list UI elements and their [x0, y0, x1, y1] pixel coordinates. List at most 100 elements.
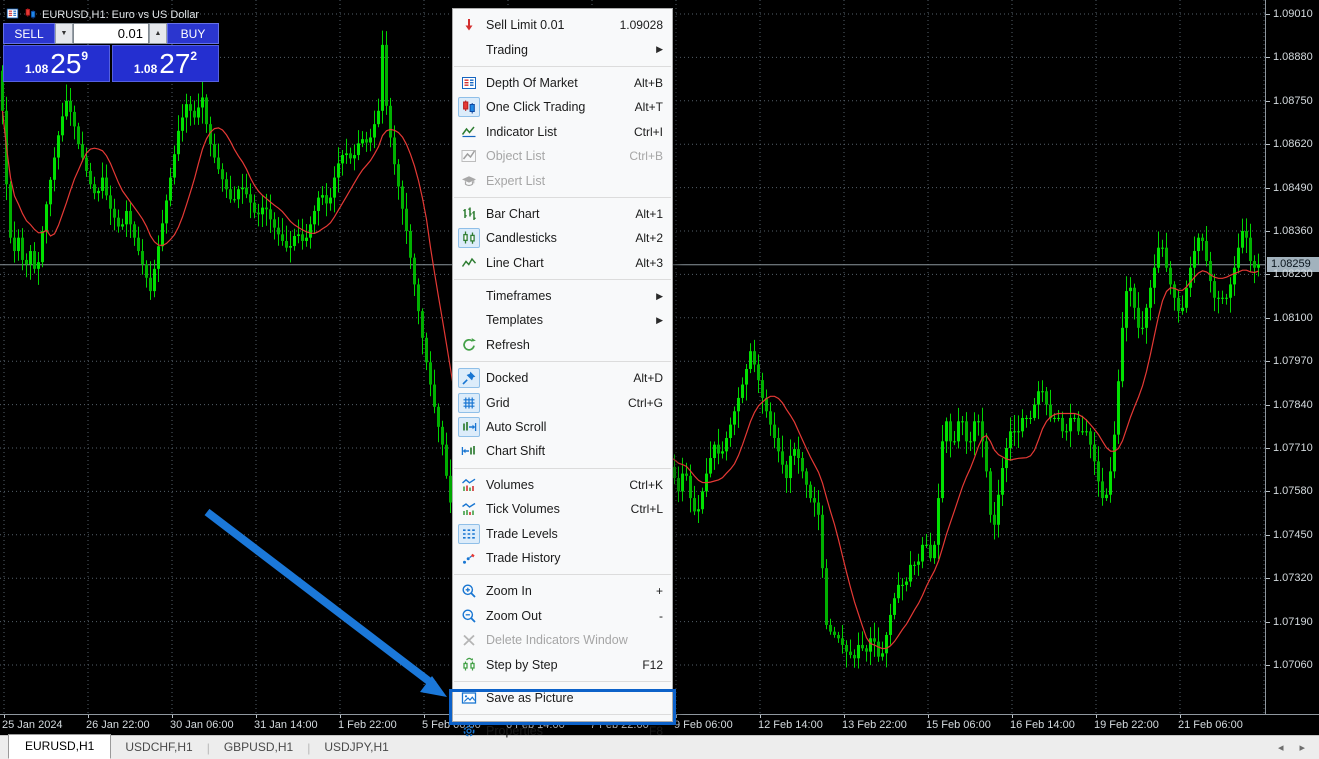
price-axis-label: 1.08230 — [1273, 268, 1313, 280]
sell-button[interactable]: SELL — [3, 23, 55, 44]
time-axis-tick — [172, 715, 173, 718]
price-axis-label: 1.07580 — [1273, 485, 1313, 497]
menu-item-refresh[interactable]: Refresh — [453, 333, 672, 357]
tab-usdjpy-h1[interactable]: USDJPY,H1 — [310, 736, 402, 759]
menu-item-trade-levels[interactable]: Trade Levels — [453, 521, 672, 545]
price-axis-tick — [1266, 665, 1270, 666]
price-axis-tick — [1266, 274, 1270, 275]
menu-item-shortcut: Alt+2 — [635, 231, 663, 245]
volume-up-button[interactable]: ▲ — [149, 23, 167, 44]
properties-icon — [458, 721, 480, 741]
time-axis-tick — [4, 715, 5, 718]
tab-scroll-right-icon[interactable]: ▸ — [1299, 741, 1305, 754]
menu-item-shortcut: Ctrl+L — [631, 502, 663, 516]
menu-item-tick-volumes[interactable]: Tick VolumesCtrl+L — [453, 497, 672, 521]
no-icon — [458, 310, 480, 330]
time-axis-label: 26 Jan 22:00 — [86, 719, 150, 731]
submenu-arrow-icon: ▶ — [656, 291, 663, 302]
price-axis-label: 1.07450 — [1273, 529, 1313, 541]
menu-item-label: Expert List — [486, 174, 663, 188]
tab-eurusd-h1[interactable]: EURUSD,H1 — [8, 734, 111, 759]
menu-separator — [454, 468, 671, 469]
menu-item-sell-limit-0-01[interactable]: Sell Limit 0.011.09028 — [453, 13, 672, 37]
menu-separator — [454, 66, 671, 67]
time-axis-tick — [1012, 715, 1013, 718]
menu-item-shortcut: Ctrl+B — [629, 149, 663, 163]
buy-price-panel[interactable]: 1.08 27 2 — [112, 45, 219, 82]
menu-item-trading[interactable]: Trading▶ — [453, 37, 672, 61]
menu-separator — [454, 681, 671, 682]
menu-item-docked[interactable]: DockedAlt+D — [453, 366, 672, 390]
buy-price-sup: 2 — [190, 49, 197, 63]
tab-usdchf-h1[interactable]: USDCHF,H1 — [111, 736, 206, 759]
time-axis-tick — [1096, 715, 1097, 718]
sell-limit-icon — [458, 15, 480, 35]
menu-item-label: Indicator List — [486, 125, 634, 139]
sell-price-panel[interactable]: 1.08 25 9 — [3, 45, 110, 82]
menu-item-save-as-picture[interactable]: Save as Picture — [453, 686, 672, 710]
price-axis-label: 1.08880 — [1273, 51, 1313, 63]
trade-levels-icon — [458, 524, 480, 544]
sell-price-main: 25 — [50, 48, 81, 80]
menu-item-label: Properties — [486, 724, 649, 738]
depth-of-market-icon — [458, 73, 480, 93]
menu-item-label: Save as Picture — [486, 691, 663, 705]
menu-item-shortcut: Alt+3 — [635, 256, 663, 270]
menu-item-auto-scroll[interactable]: Auto Scroll — [453, 415, 672, 439]
volume-dropdown-button[interactable]: ▼ — [55, 23, 73, 44]
menu-item-label: Sell Limit 0.01 — [486, 18, 620, 32]
refresh-icon — [458, 335, 480, 355]
menu-item-one-click-trading[interactable]: One Click TradingAlt+T — [453, 95, 672, 119]
menu-item-shortcut: Alt+B — [634, 76, 663, 90]
tab-gbpusd-h1[interactable]: GBPUSD,H1 — [210, 736, 307, 759]
menu-item-label: Trade Levels — [486, 527, 663, 541]
no-icon — [458, 40, 480, 60]
delete-indicators-icon — [458, 630, 480, 650]
tab-scroll-left-icon[interactable]: ◂ — [1278, 741, 1284, 754]
menu-separator — [454, 279, 671, 280]
volumes-icon — [458, 475, 480, 495]
sell-price-prefix: 1.08 — [25, 62, 48, 76]
menu-item-line-chart[interactable]: Line ChartAlt+3 — [453, 251, 672, 275]
menu-item-volumes[interactable]: VolumesCtrl+K — [453, 473, 672, 497]
menu-item-label: Bar Chart — [486, 207, 635, 221]
price-axis-label: 1.07840 — [1273, 399, 1313, 411]
time-axis-tick — [340, 715, 341, 718]
menu-item-depth-of-market[interactable]: Depth Of MarketAlt+B — [453, 71, 672, 95]
menu-item-trade-history[interactable]: Trade History — [453, 546, 672, 570]
tick-volumes-icon — [458, 499, 480, 519]
save-as-picture-icon — [458, 688, 480, 708]
menu-item-label: Grid — [486, 396, 628, 410]
menu-item-shortcut: - — [659, 609, 663, 623]
price-axis-label: 1.08750 — [1273, 95, 1313, 107]
price-axis-tick — [1266, 578, 1270, 579]
menu-item-grid[interactable]: GridCtrl+G — [453, 390, 672, 414]
menu-item-timeframes[interactable]: Timeframes▶ — [453, 284, 672, 308]
menu-item-shortcut: 1.09028 — [620, 18, 663, 32]
buy-price-prefix: 1.08 — [134, 62, 157, 76]
price-axis-tick — [1266, 405, 1270, 406]
time-axis-tick — [256, 715, 257, 718]
price-axis-tick — [1266, 535, 1270, 536]
menu-item-zoom-out[interactable]: Zoom Out- — [453, 604, 672, 628]
grid-icon — [458, 393, 480, 413]
menu-item-zoom-in[interactable]: Zoom In+ — [453, 579, 672, 603]
menu-item-templates[interactable]: Templates▶ — [453, 308, 672, 332]
time-axis-label: 13 Feb 22:00 — [842, 719, 907, 731]
price-axis-tick — [1266, 361, 1270, 362]
menu-item-bar-chart[interactable]: Bar ChartAlt+1 — [453, 202, 672, 226]
menu-item-properties[interactable]: PropertiesF8 — [453, 719, 672, 743]
chart-title-label: EURUSD,H1: Euro vs US Dollar — [42, 9, 199, 21]
price-axis-tick — [1266, 622, 1270, 623]
submenu-arrow-icon: ▶ — [656, 315, 663, 326]
menu-item-label: Object List — [486, 149, 629, 163]
menu-item-indicator-list[interactable]: Indicator ListCtrl+I — [453, 120, 672, 144]
menu-item-candlesticks[interactable]: CandlesticksAlt+2 — [453, 226, 672, 250]
time-axis-tick — [88, 715, 89, 718]
volume-input[interactable]: 0.01 — [73, 23, 149, 44]
menu-item-step-by-step[interactable]: Step by StepF12 — [453, 652, 672, 676]
menu-item-chart-shift[interactable]: Chart Shift — [453, 439, 672, 463]
buy-button[interactable]: BUY — [167, 23, 219, 44]
menu-item-shortcut: Alt+D — [633, 371, 663, 385]
price-axis[interactable]: 1.08259 1.090101.088801.087501.086201.08… — [1265, 0, 1319, 714]
